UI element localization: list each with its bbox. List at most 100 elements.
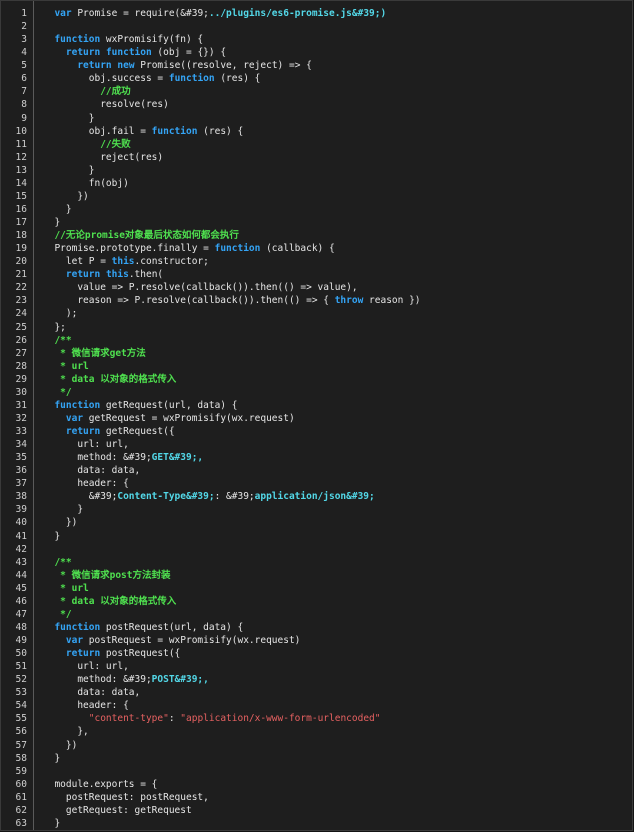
code-token: function	[43, 399, 101, 411]
code-line[interactable]: 21 return this.then(	[1, 268, 632, 281]
code-line[interactable]: 17 }	[1, 216, 632, 229]
code-line[interactable]: 49 var postRequest = wxPromisify(wx.requ…	[1, 634, 632, 647]
code-text: let P = this.constructor;	[43, 255, 209, 268]
code-line[interactable]: 10 obj.fail = function (res) {	[1, 125, 632, 138]
code-token: * 微信请求post方法封装	[43, 569, 171, 581]
code-line[interactable]: 20 let P = this.constructor;	[1, 255, 632, 268]
code-line[interactable]: 55 "content-type": "application/x-www-fo…	[1, 712, 632, 725]
line-number: 58	[15, 752, 27, 764]
code-line[interactable]: 58 }	[1, 752, 632, 765]
code-line[interactable]: 34 url: url,	[1, 438, 632, 451]
code-text: var getRequest = wxPromisify(wx.request)	[43, 412, 295, 425]
code-line[interactable]: 19 Promise.prototype.finally = function …	[1, 242, 632, 255]
code-line[interactable]: 15 })	[1, 190, 632, 203]
code-editor[interactable]: 1 var Promise = require(&#39;../plugins/…	[0, 0, 633, 831]
code-token: return	[43, 47, 101, 59]
code-line[interactable]: 8 resolve(res)	[1, 98, 632, 111]
line-number: 48	[15, 621, 27, 633]
code-line[interactable]: 28 * url	[1, 360, 632, 373]
code-line[interactable]: 53 data: data,	[1, 686, 632, 699]
code-line[interactable]: 13 }	[1, 164, 632, 177]
code-line[interactable]: 48 function postRequest(url, data) {	[1, 621, 632, 634]
code-line[interactable]: 35 method: &#39;GET&#39;,	[1, 451, 632, 464]
code-line[interactable]: 63 }	[1, 817, 632, 830]
code-line[interactable]: 38 &#39;Content-Type&#39;: &#39;applicat…	[1, 490, 632, 503]
code-line[interactable]: 11 //失败	[1, 138, 632, 151]
code-line[interactable]: 52 method: &#39;POST&#39;,	[1, 673, 632, 686]
line-number: 32	[15, 412, 27, 424]
code-line[interactable]: 27 * 微信请求get方法	[1, 347, 632, 360]
code-token: function	[151, 125, 198, 137]
code-line[interactable]: 37 header: {	[1, 477, 632, 490]
line-number: 61	[15, 791, 27, 803]
code-line[interactable]: 23 reason => P.resolve(callback()).then(…	[1, 294, 632, 307]
code-token: * data 以对象的格式传入	[43, 373, 177, 385]
line-number: 28	[15, 360, 27, 372]
code-line[interactable]: 44 * 微信请求post方法封装	[1, 569, 632, 582]
line-number: 13	[15, 164, 27, 176]
line-number: 10	[15, 125, 27, 137]
code-token: &#39;	[43, 491, 118, 503]
line-number: 55	[15, 713, 27, 725]
code-line[interactable]: 33 return getRequest({	[1, 425, 632, 438]
code-token: (res) {	[214, 73, 261, 85]
code-text: * url	[43, 360, 89, 373]
code-line[interactable]: 47 */	[1, 608, 632, 621]
code-line[interactable]: 62 getRequest: getRequest	[1, 804, 632, 817]
code-line[interactable]: 9 }	[1, 112, 632, 125]
code-token: */	[43, 608, 72, 620]
code-line[interactable]: 41 }	[1, 530, 632, 543]
code-line[interactable]: 30 */	[1, 386, 632, 399]
code-text: method: &#39;POST&#39;,	[43, 673, 209, 686]
code-line[interactable]: 43 /**	[1, 556, 632, 569]
code-line[interactable]: 32 var getRequest = wxPromisify(wx.reque…	[1, 412, 632, 425]
code-token: this	[105, 269, 129, 281]
code-line[interactable]: 2	[1, 20, 632, 33]
code-line[interactable]: 3 function wxPromisify(fn) {	[1, 33, 632, 46]
code-text: * url	[43, 582, 89, 595]
code-line[interactable]: 26 /**	[1, 334, 632, 347]
code-line[interactable]: 24 );	[1, 307, 632, 320]
line-number: 44	[15, 569, 27, 581]
code-text: };	[43, 321, 65, 334]
code-text: },	[43, 725, 88, 738]
code-line[interactable]: 59	[1, 765, 632, 778]
code-line[interactable]: 36 data: data,	[1, 464, 632, 477]
code-line[interactable]: 56 },	[1, 725, 632, 738]
code-line[interactable]: 6 obj.success = function (res) {	[1, 72, 632, 85]
line-number: 9	[21, 112, 27, 124]
code-token: postRequest({	[100, 648, 181, 660]
code-token: wxPromisify(fn) {	[100, 34, 204, 46]
code-line[interactable]: 7 //成功	[1, 85, 632, 98]
code-line[interactable]: 25 };	[1, 321, 632, 334]
code-line[interactable]: 57 })	[1, 739, 632, 752]
code-line[interactable]: 22 value => P.resolve(callback()).then((…	[1, 281, 632, 294]
code-line[interactable]: 50 return postRequest({	[1, 647, 632, 660]
code-line[interactable]: 4 return function (obj = {}) {	[1, 46, 632, 59]
code-token: GET&#39;,	[151, 452, 204, 464]
code-line[interactable]: 60 module.exports = {	[1, 778, 632, 791]
code-line[interactable]: 1 var Promise = require(&#39;../plugins/…	[1, 7, 632, 20]
code-text: }	[43, 752, 60, 765]
code-line[interactable]: 39 }	[1, 503, 632, 516]
code-line[interactable]: 45 * url	[1, 582, 632, 595]
code-line[interactable]: 40 })	[1, 516, 632, 529]
line-number: 2	[21, 21, 27, 33]
code-line[interactable]: 16 }	[1, 203, 632, 216]
code-line[interactable]: 14 fn(obj)	[1, 177, 632, 190]
line-number: 15	[15, 190, 27, 202]
code-line[interactable]: 31 function getRequest(url, data) {	[1, 399, 632, 412]
code-line[interactable]: 5 return new Promise((resolve, reject) =…	[1, 59, 632, 72]
code-line[interactable]: 18 //无论promise对象最后状态如何都会执行	[1, 229, 632, 242]
code-line[interactable]: 61 postRequest: postRequest,	[1, 791, 632, 804]
line-number: 38	[15, 491, 27, 503]
code-line[interactable]: 46 * data 以对象的格式传入	[1, 595, 632, 608]
code-line[interactable]: 42	[1, 543, 632, 556]
code-line[interactable]: 51 url: url,	[1, 660, 632, 673]
code-line[interactable]: 12 reject(res)	[1, 151, 632, 164]
code-line[interactable]: 29 * data 以对象的格式传入	[1, 373, 632, 386]
code-token: }	[43, 504, 84, 516]
code-token: function	[105, 47, 152, 59]
code-line[interactable]: 54 header: {	[1, 699, 632, 712]
line-number: 14	[15, 177, 27, 189]
